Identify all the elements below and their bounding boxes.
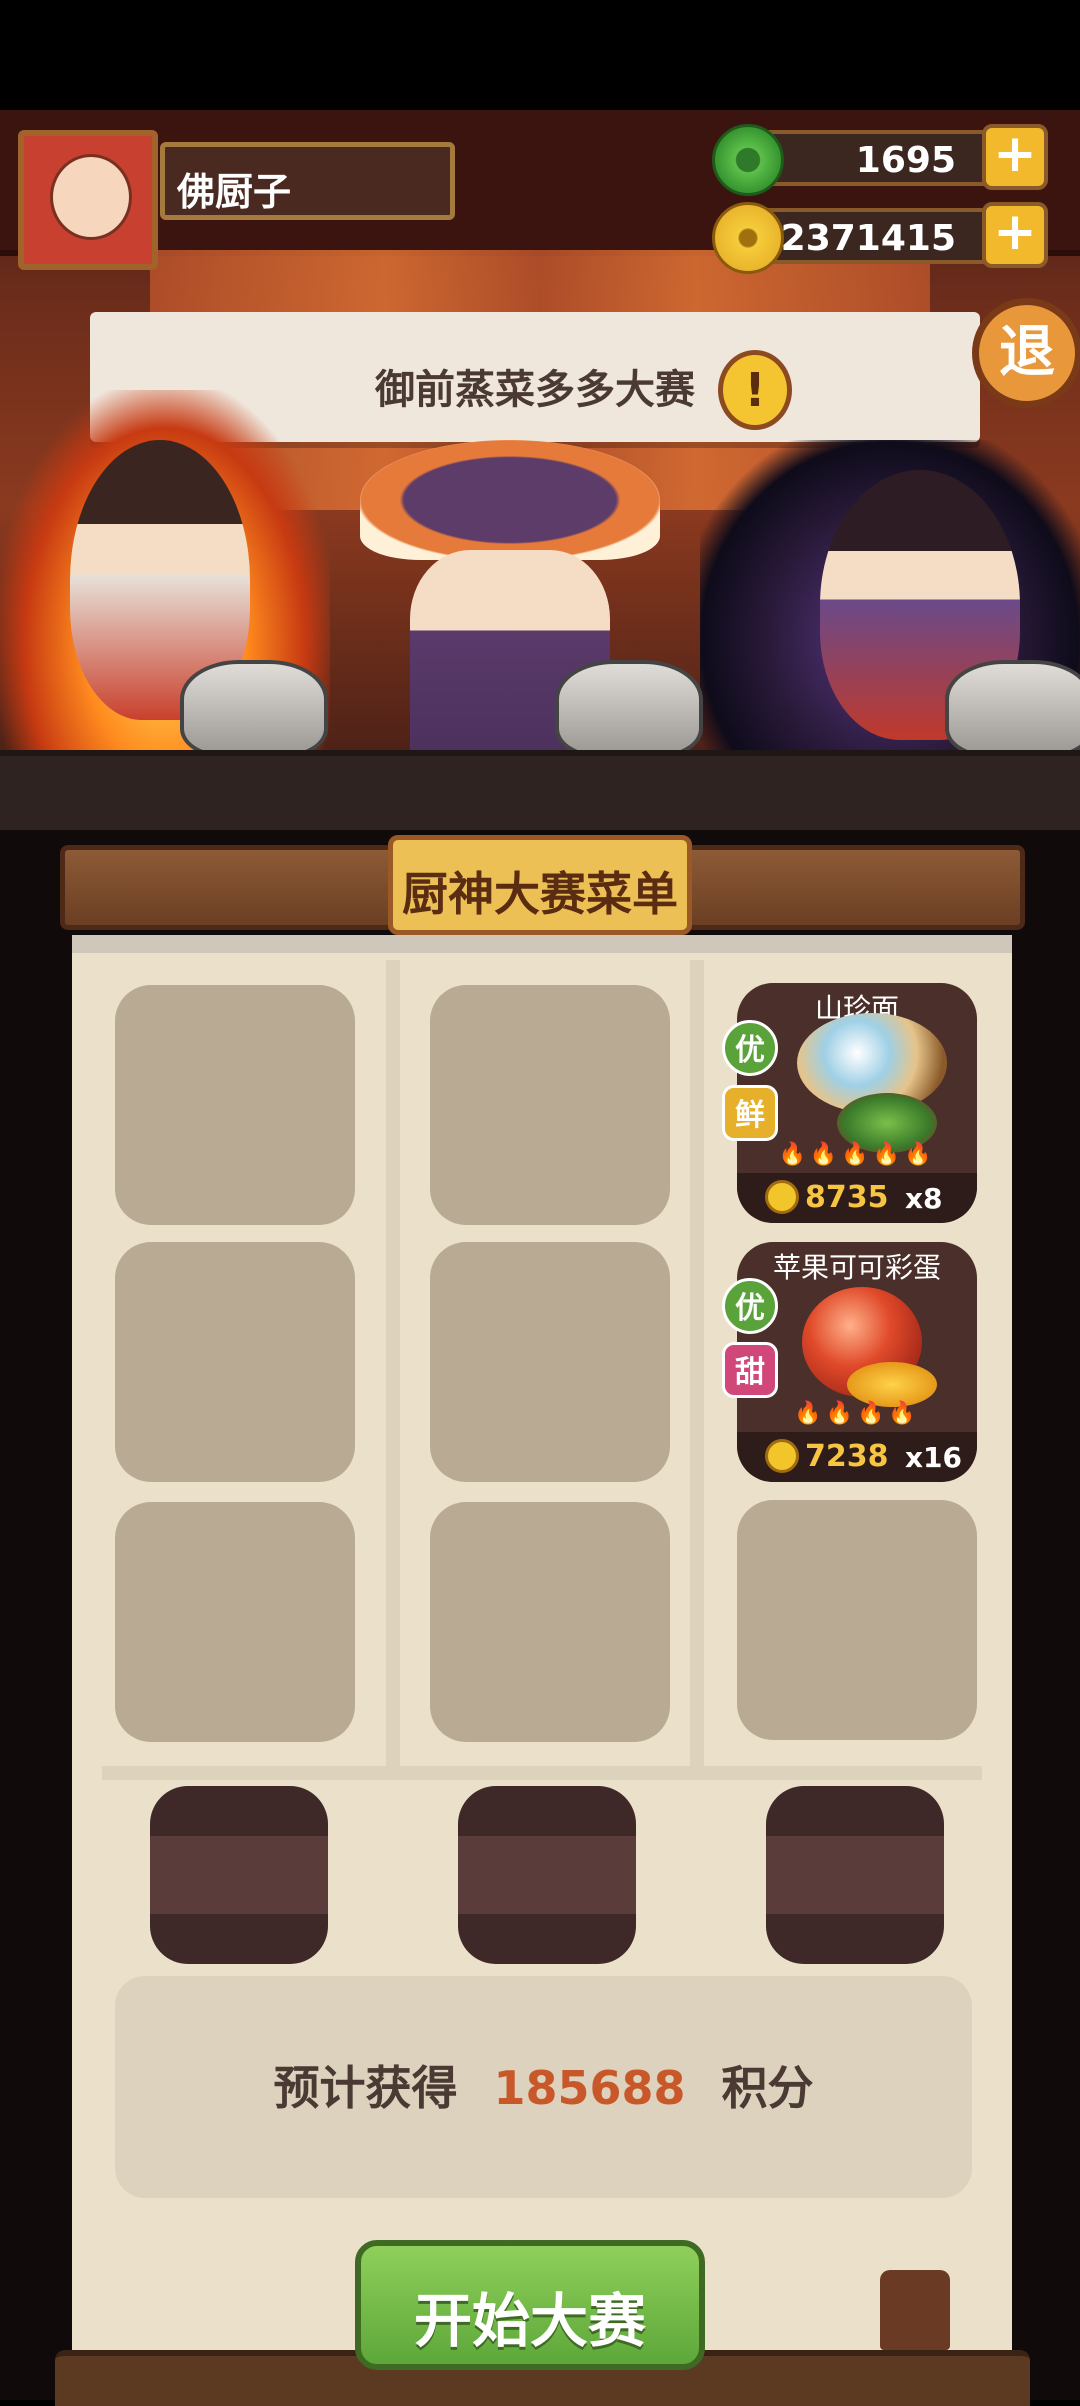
column-divider [386, 960, 400, 1770]
dish-name: 苹果可可彩蛋 [772, 1251, 941, 1284]
exit-button[interactable]: 退 [972, 298, 1080, 408]
score-value: 185688 [493, 2061, 686, 2115]
price-bar: 8735 x8 [737, 1173, 977, 1223]
board-title: 厨神大赛菜单 [402, 867, 678, 921]
add-jade-button[interactable]: + [982, 124, 1048, 190]
empty-dish-slot[interactable] [115, 985, 355, 1225]
gold-amount: 2371415 [780, 218, 956, 259]
column-divider [690, 960, 704, 1770]
empty-dish-slot[interactable] [115, 1242, 355, 1482]
score-suffix: 积分 [721, 2061, 814, 2115]
cooking-pot [945, 660, 1080, 758]
name-plate: 佛厨子 [160, 142, 455, 220]
jade-coin-icon [712, 124, 784, 196]
dish-quantity: x16 [905, 1441, 963, 1474]
score-box: 预计获得 185688 积分 [115, 1976, 972, 2198]
jade-amount: 1695 [855, 140, 956, 181]
heat-level: 🔥🔥🔥🔥🔥 [778, 1142, 936, 1167]
quality-tag: 优 [722, 1278, 778, 1334]
dish-price: 7238 [805, 1439, 889, 1474]
board-title-box: 厨神大赛菜单 [388, 835, 692, 935]
gold-coin-icon [712, 202, 784, 274]
chef-slot-stripe [766, 1836, 944, 1914]
empty-dish-slot[interactable] [115, 1502, 355, 1742]
estimated-score: 预计获得 185688 积分 [115, 2052, 972, 2118]
chef-slot[interactable] [150, 1786, 328, 1964]
coin-icon [765, 1180, 799, 1214]
flavor-tag: 鲜 [722, 1085, 778, 1141]
dish-quantity: x8 [905, 1182, 943, 1215]
dish-price: 8735 [805, 1180, 889, 1215]
score-prefix: 预计获得 [273, 2061, 458, 2115]
stage-floor [0, 750, 1080, 830]
flavor-tag: 甜 [722, 1342, 778, 1398]
quality-tag: 优 [722, 1020, 778, 1076]
jade-currency: 1695 + [712, 124, 1048, 196]
utensil-jar [880, 2270, 950, 2350]
status-bar [0, 0, 1080, 110]
empty-dish-slot[interactable] [737, 1500, 977, 1740]
gold-currency: 2371415 + [712, 202, 1048, 274]
avatar[interactable] [18, 130, 158, 270]
start-contest-button[interactable]: 开始大赛 [355, 2240, 705, 2370]
chef-slot[interactable] [766, 1786, 944, 1964]
empty-dish-slot[interactable] [430, 985, 670, 1225]
cooking-pot [180, 660, 328, 758]
avatar-face [50, 154, 132, 240]
empty-dish-slot[interactable] [430, 1502, 670, 1742]
chef-slot-stripe [458, 1836, 636, 1914]
heat-level: 🔥🔥🔥🔥 [794, 1401, 920, 1426]
row-divider [102, 1766, 982, 1780]
coin-icon [765, 1439, 799, 1473]
chef-slot[interactable] [458, 1786, 636, 1964]
price-bar: 7238 x16 [737, 1432, 977, 1482]
player-name: 佛厨子 [177, 170, 292, 214]
host-chef-center[interactable] [360, 440, 660, 560]
alert-icon[interactable]: ! [718, 350, 792, 430]
cooking-pot [555, 660, 703, 758]
add-gold-button[interactable]: + [982, 202, 1048, 268]
empty-dish-slot[interactable] [430, 1242, 670, 1482]
start-label: 开始大赛 [413, 2287, 646, 2355]
chef-slot-stripe [150, 1836, 328, 1914]
